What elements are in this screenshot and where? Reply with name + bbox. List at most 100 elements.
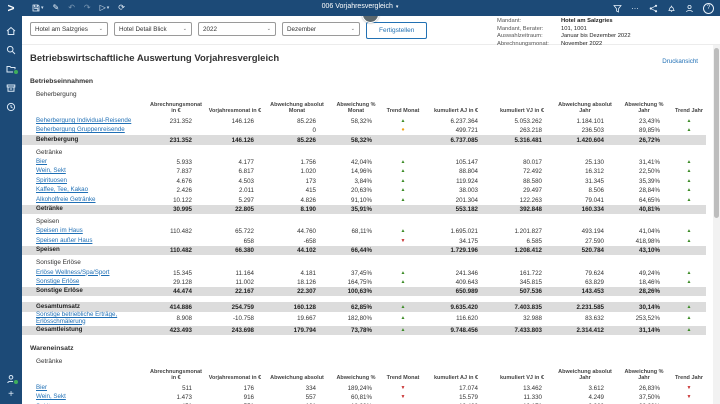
document-title[interactable]: 006 Vorjahresvergleich▾ [322,3,399,10]
value-cell: 2.426 [148,187,204,194]
value-cell: 146.126 [204,137,266,144]
value-cell: 4.181 [266,270,328,277]
home-icon[interactable] [6,25,17,36]
value-cell: 11.002 [204,279,266,286]
value-cell: 1.208.412 [490,247,554,254]
row-link[interactable]: Sonstige betriebliche Erträge, Erlösschm… [36,311,117,325]
chevron-down-icon: ⌄ [183,26,187,32]
view-select[interactable]: Hotel Detail Blick⌄ [114,22,192,36]
notifications-bell-icon[interactable] [667,4,676,13]
scrollbar-thumb[interactable] [714,48,719,218]
column-header: kumuliert AJ in € [422,375,490,381]
trend-up-icon: ▲ [401,304,406,310]
run-dropdown-icon[interactable]: ▾ [107,6,110,11]
table-row: Sonstige betriebliche Erträge, Erlösschm… [22,312,706,326]
trend-cell: ▲ [384,119,422,124]
column-header: kumuliert VJ in € [490,375,554,381]
table-row: Speisen außer Haus658-658▼34.1756.58527.… [22,237,706,246]
chevron-down-icon: ⌄ [267,26,271,32]
total-row: Speisen110.48266.38044.10266,44%1.729.19… [22,246,706,255]
info-label: Auswahlzeitraum: [497,33,561,40]
row-link[interactable]: Alkoholfreie Getränke [36,196,96,203]
more-options-icon[interactable]: … [631,3,640,11]
share-icon[interactable] [649,4,658,13]
value-cell: 80.017 [490,159,554,166]
trend-cell: ▲ [384,328,422,333]
row-link[interactable]: Kaffee, Tee, Kakao [36,186,88,193]
save-button[interactable]: ▾ [32,4,44,12]
edit-button[interactable]: ✎ [53,4,60,12]
value-cell: 499.721 [422,127,490,134]
trend-cell: ▲ [672,271,706,276]
user-account-icon[interactable] [6,373,17,384]
row-link[interactable]: Wein, Sekt [36,393,66,400]
column-header: Abweichung % Jahr [616,369,672,382]
add-button[interactable]: + [8,390,14,400]
row-link[interactable]: Bier [36,384,47,391]
row-link[interactable]: Speisen außer Haus [36,237,92,244]
value-cell: 7.837 [148,168,204,175]
value-cell: 6.237.364 [422,118,490,125]
row-link[interactable]: Beherbergung Individual-Reisende [36,117,131,124]
value-cell: 110.482 [148,247,204,254]
filter-icon[interactable] [613,4,622,13]
row-label: Kaffee, Tee, Kakao [30,187,148,194]
undo-button[interactable]: ↶ [68,4,75,12]
trend-down-icon: ▼ [401,238,406,244]
value-cell: 20,63% [328,187,384,194]
value-cell: 7.403.835 [490,304,554,311]
finish-button[interactable]: Fertigstellen [366,22,427,39]
row-link[interactable]: Erlöse Wellness/Spa/Sport [36,269,109,276]
row-link[interactable]: Sonstige Erlöse [36,278,79,285]
value-cell: 13.462 [490,385,554,392]
redo-button[interactable]: ↷ [84,4,91,12]
subsection-label: Beherbergung [22,87,712,100]
row-link[interactable]: Beherbergung Gruppenreisende [36,126,125,133]
row-link[interactable]: Bier [36,158,47,165]
value-cell: 37,50% [616,394,672,401]
save-dropdown-icon[interactable]: ▾ [41,6,44,11]
row-link[interactable]: Spirituosen [36,177,67,184]
value-cell: 6.585 [490,238,554,245]
run-button[interactable]: ▷▾ [100,4,110,12]
row-link[interactable]: Wein, Sekt [36,167,66,174]
value-cell: 511 [148,385,204,392]
help-icon[interactable]: ? [703,3,714,14]
month-select[interactable]: Dezember⌄ [282,22,360,36]
folder-icon[interactable] [6,63,17,74]
value-cell: 85.226 [266,118,328,125]
chevron-down-icon: ⌄ [99,26,103,32]
print-view-link[interactable]: Druckansicht [662,58,698,65]
row-link[interactable]: Speisen im Haus [36,227,83,234]
trend-up-icon: ▲ [687,304,692,310]
value-cell: 29.128 [148,279,204,286]
value-cell: 253,52% [616,315,672,322]
value-cell: 17.074 [422,385,490,392]
row-label: Wein, Sekt [30,394,148,401]
value-cell: 392.848 [490,206,554,213]
app-logo-icon[interactable]: > [0,1,22,15]
value-cell: 58,32% [328,137,384,144]
total-row: Getränke30.99522.8058.19035,91%553.18239… [22,205,706,214]
value-cell: 1.184.101 [554,118,616,125]
refresh-button[interactable]: ⟳ [118,4,125,12]
table-header-row: Abrechnungsmonat in €Vorjahresmonat in €… [22,367,706,384]
trend-down-icon: ▼ [401,394,406,400]
vertical-scrollbar[interactable] [713,44,720,404]
history-clock-icon[interactable] [6,101,17,112]
user-profile-icon[interactable] [685,4,694,13]
value-cell: 116.620 [422,315,490,322]
value-cell: 916 [204,394,266,401]
row-label: Erlöse Wellness/Spa/Sport [30,270,148,277]
row-label: Bier [30,385,148,392]
value-cell: 110.482 [148,228,204,235]
search-icon[interactable] [6,44,17,55]
value-cell: 79.624 [554,270,616,277]
trend-up-icon: ▲ [687,168,692,174]
value-cell: 201.304 [422,197,490,204]
row-label: Sonstige betriebliche Erträge, Erlösschm… [30,312,148,326]
client-select[interactable]: Hotel am Salzgries⌄ [30,22,108,36]
archive-icon[interactable] [6,82,17,93]
title-dropdown-icon[interactable]: ▾ [396,4,399,10]
year-select[interactable]: 2022⌄ [198,22,276,36]
